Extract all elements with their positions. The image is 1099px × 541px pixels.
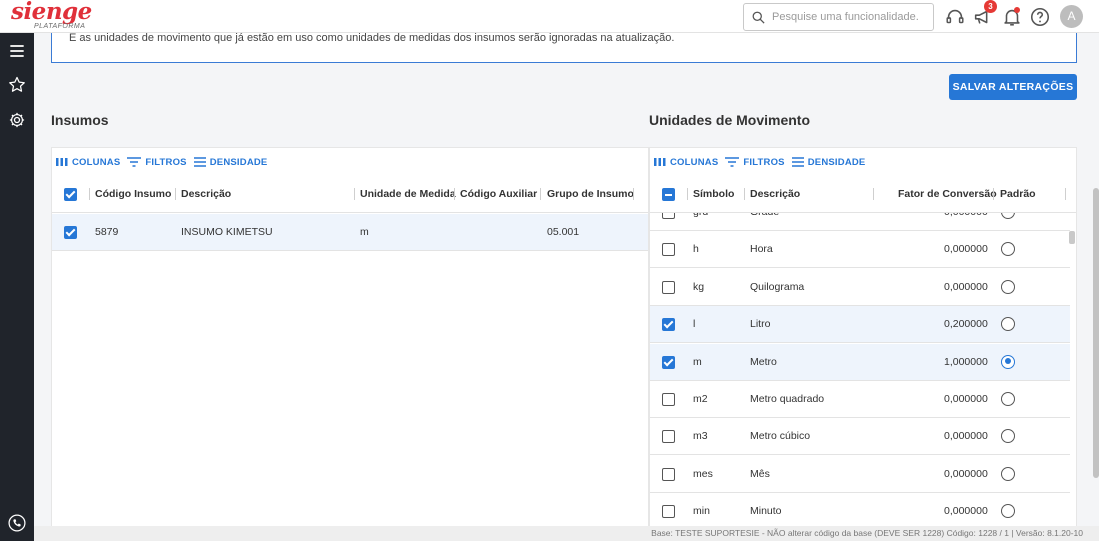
page-scrollbar[interactable]: [1093, 188, 1099, 478]
row-checkbox[interactable]: [662, 243, 675, 257]
select-all-checkbox[interactable]: [64, 188, 77, 201]
filters-button[interactable]: FILTROS: [725, 157, 785, 168]
star-icon[interactable]: [7, 75, 27, 95]
user-avatar[interactable]: A: [1060, 5, 1083, 28]
filters-button[interactable]: FILTROS: [127, 157, 187, 168]
grid-scrollbar[interactable]: [1069, 231, 1075, 244]
unidades-grid: COLUNAS FILTROS DENSIDADE grdGrade0,0000…: [649, 147, 1077, 526]
select-all-checkbox[interactable]: [662, 188, 675, 201]
row-checkbox[interactable]: [662, 430, 675, 444]
density-button[interactable]: DENSIDADE: [193, 157, 268, 168]
search-box[interactable]: [743, 3, 934, 31]
col-codigo-auxiliar[interactable]: Código Auxiliar: [460, 188, 537, 200]
table-row[interactable]: mes Mês 0,000000: [650, 456, 1070, 493]
padrao-radio[interactable]: [1001, 242, 1015, 257]
density-icon: [193, 157, 206, 167]
padrao-radio[interactable]: [1001, 354, 1015, 369]
density-button[interactable]: DENSIDADE: [791, 157, 866, 168]
padrao-radio[interactable]: [1001, 504, 1015, 519]
filter-icon: [127, 157, 142, 167]
padrao-radio[interactable]: [1001, 429, 1015, 444]
table-row[interactable]: m Metro 1,000000: [650, 343, 1070, 381]
row-checkbox[interactable]: [662, 393, 675, 406]
announcements-badge: 3: [984, 0, 997, 13]
row-checkbox[interactable]: [662, 505, 675, 519]
unidades-title: Unidades de Movimento: [649, 112, 811, 128]
save-changes-button[interactable]: SALVAR ALTERAÇÕES: [949, 74, 1077, 100]
row-checkbox[interactable]: [64, 226, 77, 239]
row-checkbox[interactable]: [662, 280, 675, 294]
table-row[interactable]: min Minuto 0,000000: [650, 493, 1070, 526]
columns-button[interactable]: COLUNAS: [654, 157, 718, 168]
phone-icon[interactable]: [7, 513, 27, 533]
col-padrao[interactable]: Padrão: [1000, 188, 1036, 200]
footer-bar: Base: TESTE SUPORTESIE - NÃO alterar cód…: [34, 526, 1099, 541]
columns-button[interactable]: COLUNAS: [56, 157, 120, 168]
row-checkbox[interactable]: [662, 318, 675, 332]
top-bar: sienge PLATAFORMA 3 A: [0, 0, 1099, 33]
sienge-logo[interactable]: sienge PLATAFORMA: [6, 0, 96, 33]
logo-text: sienge: [11, 0, 92, 25]
table-row[interactable]: m3 Metro cúbico 0,000000: [650, 418, 1070, 456]
padrao-radio[interactable]: [1001, 466, 1015, 481]
filter-icon: [725, 157, 740, 167]
col-descricao[interactable]: Descrição: [181, 188, 231, 200]
headset-icon[interactable]: [944, 6, 966, 28]
density-icon: [791, 157, 804, 167]
insumos-grid: COLUNAS FILTROS DENSIDADE Código Insumo …: [51, 147, 649, 526]
info-message: E as unidades de movimento que já estão …: [51, 32, 1077, 63]
footer-text: Base: TESTE SUPORTESIE - NÃO alterar cód…: [651, 528, 1083, 538]
columns-icon: [56, 158, 68, 166]
padrao-radio[interactable]: [1001, 392, 1015, 406]
info-text: E as unidades de movimento que já estão …: [69, 32, 675, 44]
left-rail: [0, 33, 34, 541]
insumos-toolbar: COLUNAS FILTROS DENSIDADE: [56, 155, 270, 169]
col-fator-conversao[interactable]: Fator de Conversão: [898, 188, 997, 200]
row-checkbox[interactable]: [662, 355, 675, 369]
col-codigo-insumo[interactable]: Código Insumo: [95, 188, 171, 200]
col-grupo-insumo[interactable]: Grupo de Insumo: [547, 188, 634, 200]
search-icon: [752, 11, 765, 24]
table-row[interactable]: 5879 INSUMO KIMETSU m 05.001: [52, 214, 648, 251]
padrao-radio[interactable]: [1001, 279, 1015, 294]
table-row[interactable]: m2 Metro quadrado 0,000000: [650, 381, 1070, 418]
unidades-header: Símbolo Descrição Fator de Conversão Pad…: [650, 175, 1076, 213]
notification-dot: [1014, 7, 1020, 13]
table-row[interactable]: h Hora 0,000000: [650, 231, 1070, 269]
insumos-title: Insumos: [51, 112, 109, 128]
search-input[interactable]: [772, 8, 928, 26]
table-row[interactable]: kg Quilograma 0,000000: [650, 269, 1070, 306]
unidades-toolbar: COLUNAS FILTROS DENSIDADE: [654, 155, 868, 169]
col-unidade-medida[interactable]: Unidade de Medida: [360, 188, 456, 200]
logo-subtitle: PLATAFORMA: [34, 23, 86, 30]
col-descricao[interactable]: Descrição: [750, 188, 800, 200]
padrao-radio[interactable]: [1001, 317, 1015, 332]
menu-icon[interactable]: [7, 41, 27, 61]
help-icon[interactable]: [1029, 6, 1051, 28]
table-row[interactable]: l Litro 0,200000: [650, 306, 1070, 344]
row-checkbox[interactable]: [662, 467, 675, 481]
columns-icon: [654, 158, 666, 166]
insumos-header: Código Insumo Descrição Unidade de Medid…: [52, 175, 648, 213]
gear-icon[interactable]: [7, 110, 27, 130]
col-simbolo[interactable]: Símbolo: [693, 188, 734, 200]
